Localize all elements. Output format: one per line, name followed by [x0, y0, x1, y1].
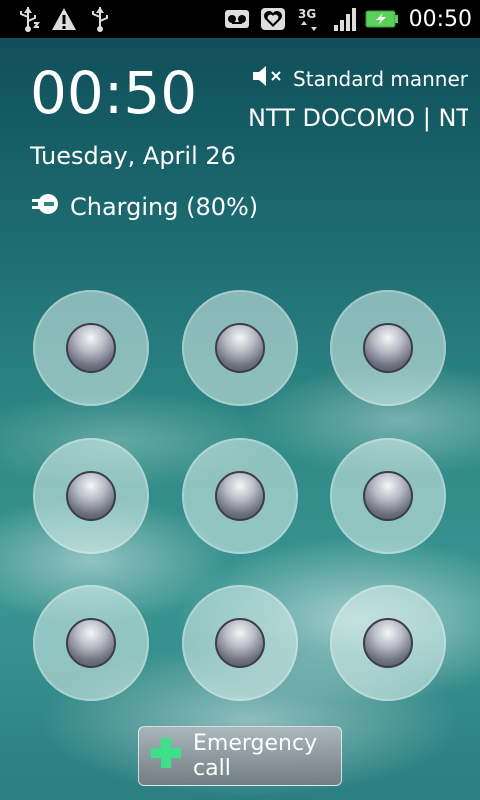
lockscreen-clock: 00:50 — [30, 59, 198, 127]
pattern-knob — [66, 323, 116, 373]
sound-mode: Standard manner — [251, 64, 468, 93]
pattern-knob — [215, 471, 265, 521]
svg-text:3G: 3G — [298, 7, 316, 21]
usb-icon — [84, 3, 116, 35]
carrier-name: NTT DOCOMO | NTT DOCOMO — [248, 104, 468, 132]
pattern-knob — [215, 323, 265, 373]
speaker-mute-icon — [251, 64, 285, 93]
charging-text: Charging (80%) — [70, 193, 259, 221]
pattern-dot-5[interactable] — [182, 438, 298, 554]
pattern-dot-7[interactable] — [33, 585, 149, 701]
pattern-knob — [66, 471, 116, 521]
plus-icon — [149, 736, 183, 776]
usb-debug-icon — [12, 3, 44, 35]
emergency-call-label: Emergency call — [193, 731, 318, 781]
3g-icon: 3G — [293, 3, 325, 35]
status-time: 00:50 — [408, 6, 472, 32]
pattern-dot-2[interactable] — [182, 290, 298, 406]
pattern-dot-1[interactable] — [33, 290, 149, 406]
sound-mode-text: Standard manner — [293, 66, 468, 91]
heart-icon — [257, 3, 289, 35]
pattern-dot-9[interactable] — [330, 585, 446, 701]
pattern-dot-8[interactable] — [182, 585, 298, 701]
pattern-knob — [215, 618, 265, 668]
warning-icon — [48, 3, 80, 35]
pattern-dot-6[interactable] — [330, 438, 446, 554]
status-left-icons — [12, 3, 116, 35]
pattern-dot-3[interactable] — [330, 290, 446, 406]
pattern-dot-4[interactable] — [33, 438, 149, 554]
lockscreen-date: Tuesday, April 26 — [30, 142, 236, 170]
pattern-knob — [363, 323, 413, 373]
voicemail-icon — [221, 3, 253, 35]
charging-status: Charging (80%) — [30, 192, 258, 222]
pattern-knob — [66, 618, 116, 668]
pattern-knob — [363, 471, 413, 521]
status-bar: 3G 00:50 — [0, 0, 480, 38]
status-right-icons: 3G 00:50 — [221, 3, 472, 35]
charging-plug-icon — [30, 192, 62, 222]
signal-icon — [329, 3, 361, 35]
battery-charging-icon — [365, 3, 399, 35]
pattern-knob — [363, 618, 413, 668]
pattern-lock-grid[interactable] — [33, 290, 447, 704]
emergency-call-button[interactable]: Emergency call — [138, 726, 342, 786]
